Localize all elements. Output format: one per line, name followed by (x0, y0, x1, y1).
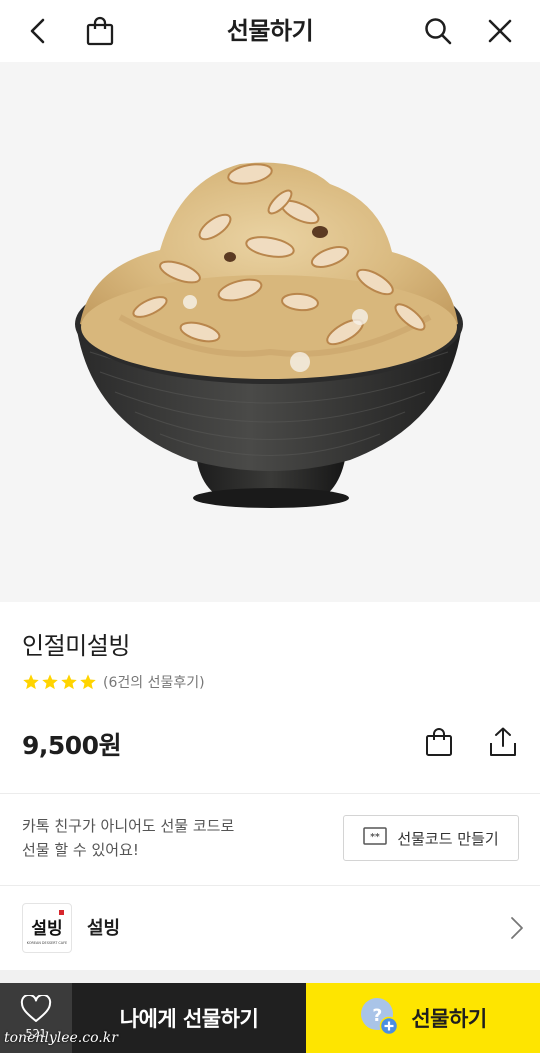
heart-icon (20, 993, 52, 1027)
add-friend-icon: ? (359, 996, 399, 1041)
chevron-right-icon (510, 916, 524, 944)
gift-code-info: 카톡 친구가 아니어도 선물 코드로 선물 할 수 있어요! (22, 814, 234, 862)
svg-text:**: ** (371, 833, 381, 843)
product-image (0, 62, 540, 602)
search-icon[interactable] (420, 13, 456, 49)
gift-code-icon: ** (363, 827, 388, 849)
gift-to-myself-label: 나에게 선물하기 (119, 1007, 259, 1031)
section-separator (0, 970, 540, 983)
star-icon (23, 674, 39, 690)
create-gift-code-label: 선물코드 만들기 (397, 829, 499, 848)
brand-name: 설빙 (87, 918, 121, 939)
send-gift-label: 선물하기 (411, 1007, 487, 1031)
product-price: 9,500원 (22, 731, 122, 760)
share-icon[interactable] (485, 724, 521, 760)
star-icon (42, 674, 58, 690)
rating[interactable]: (6건의 선물후기) (22, 671, 205, 693)
star-icon (61, 674, 77, 690)
review-count[interactable]: (6건의 선물후기) (103, 672, 205, 692)
top-navigation-bar: 선물하기 (0, 0, 540, 62)
svg-text:KOREAN DESSERT CAFE: KOREAN DESSERT CAFE (27, 941, 67, 945)
gift-to-myself-button[interactable]: 나에게 선물하기 (72, 983, 306, 1053)
brand-link[interactable]: 설빙 KOREAN DESSERT CAFE 설빙 (0, 886, 540, 970)
gift-code-info-line1: 카톡 친구가 아니어도 선물 코드로 (22, 817, 235, 835)
send-gift-button[interactable]: ? 선물하기 (306, 983, 540, 1053)
gift-code-info-line2: 선물 할 수 있어요! (22, 841, 139, 859)
wish-count: 521 (25, 1027, 47, 1040)
page-title: 선물하기 (226, 17, 314, 45)
create-gift-code-button[interactable]: ** 선물코드 만들기 (343, 815, 519, 861)
product-name: 인절미설빙 (22, 632, 130, 660)
divider (0, 793, 540, 794)
wish-button[interactable]: 521 (0, 983, 72, 1053)
bottom-action-bar: 521 나에게 선물하기 ? 선물하기 (0, 983, 540, 1053)
close-icon[interactable] (482, 13, 518, 49)
star-icon (80, 674, 96, 690)
brand-logo: 설빙 KOREAN DESSERT CAFE (22, 903, 72, 953)
shopping-bag-icon[interactable] (82, 13, 118, 49)
svg-text:설빙: 설빙 (31, 919, 62, 939)
add-to-cart-icon[interactable] (421, 724, 457, 760)
star-rating (22, 673, 98, 691)
back-icon[interactable] (21, 13, 57, 49)
